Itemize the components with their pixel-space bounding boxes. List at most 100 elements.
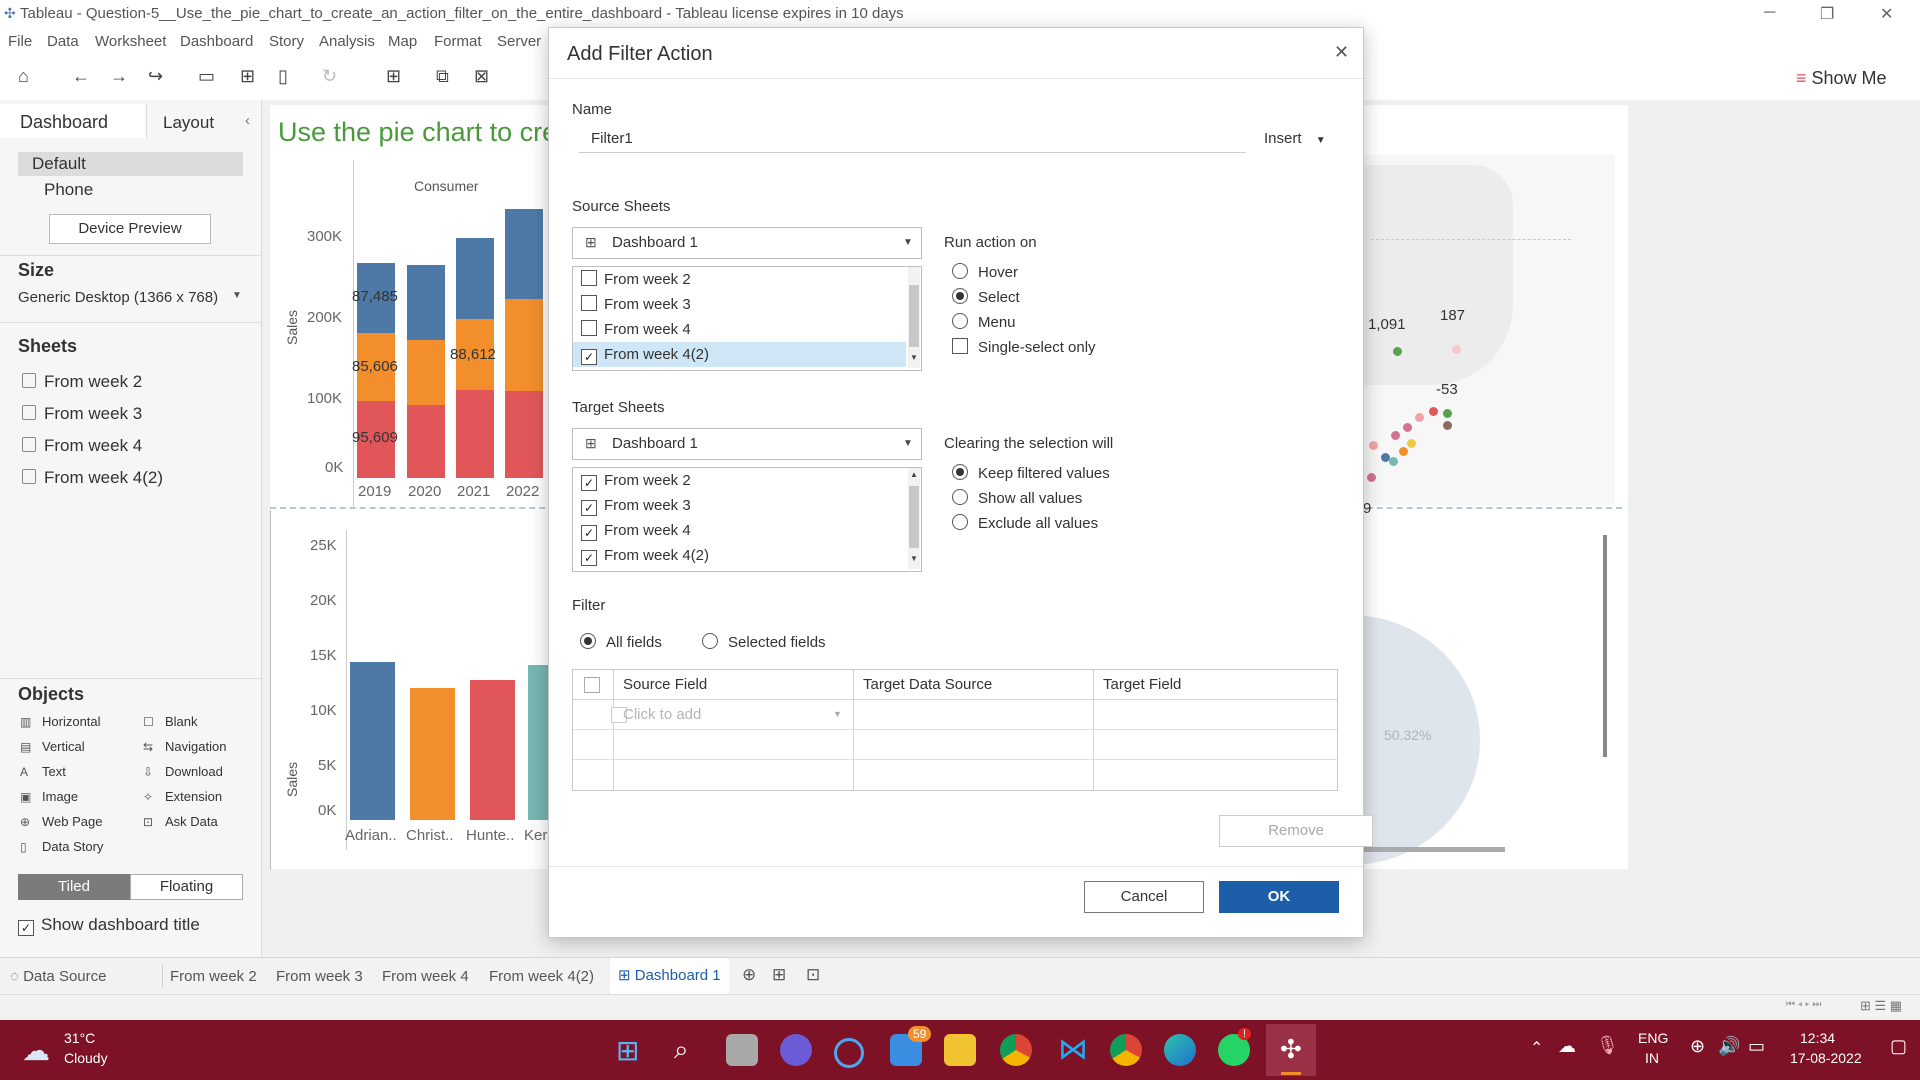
new-datasource-icon[interactable]: ⊞	[240, 66, 255, 87]
tiled-toggle[interactable]: Tiled	[18, 874, 130, 900]
floating-toggle[interactable]: Floating	[130, 874, 243, 900]
object-datastory[interactable]: ▯ Data Story	[20, 839, 103, 854]
source-sheets-select[interactable]: ⊞ Dashboard 1 ▼	[572, 227, 922, 259]
teams-icon[interactable]	[780, 1034, 812, 1066]
sheet-item[interactable]: From week 4(2)	[22, 468, 163, 488]
chevron-up-icon[interactable]: ⌃	[1530, 1038, 1543, 1058]
map-view[interactable]: 1,091 187 -53 9	[1363, 155, 1615, 517]
map-point[interactable]	[1443, 409, 1452, 418]
map-point[interactable]	[1391, 431, 1400, 440]
clear-option-keep[interactable]: Keep filtered values	[952, 464, 1110, 482]
object-text[interactable]: A Text	[20, 764, 66, 779]
search-icon[interactable]: ⌕	[670, 1034, 702, 1066]
size-select[interactable]: Generic Desktop (1366 x 768) ▼	[18, 288, 243, 310]
redo-icon[interactable]: ↪	[148, 66, 163, 87]
bar-christ[interactable]	[410, 688, 455, 820]
chrome-profile-icon[interactable]	[1110, 1034, 1142, 1066]
chrome-icon[interactable]	[1000, 1034, 1032, 1066]
tab-layout[interactable]: Layout ‹	[146, 104, 262, 138]
map-point[interactable]	[1399, 447, 1408, 456]
scroll-down-icon[interactable]: ▼	[910, 353, 918, 362]
tab-dashboard[interactable]: Dashboard	[0, 104, 145, 138]
sheet-item[interactable]: From week 2	[22, 372, 142, 392]
map-point[interactable]	[1369, 441, 1378, 450]
object-blank[interactable]: ☐ Blank	[143, 714, 198, 729]
map-point[interactable]	[1452, 345, 1461, 354]
menu-worksheet[interactable]: Worksheet	[95, 33, 166, 50]
object-horizontal[interactable]: ▥ Horizontal	[20, 714, 101, 729]
onedrive-icon[interactable]: ☁	[1558, 1036, 1576, 1057]
target-sheet-item[interactable]: ✓ From week 2	[573, 468, 921, 493]
map-point[interactable]	[1403, 423, 1412, 432]
pause-icon[interactable]: ▯	[278, 66, 288, 87]
microphone-icon[interactable]: 🎙	[1596, 1035, 1619, 1056]
single-select-checkbox[interactable]: Single-select only	[952, 338, 1096, 356]
new-story-icon[interactable]: ⊡	[806, 965, 820, 985]
duplicate-icon[interactable]: ⧉	[436, 66, 449, 87]
bar-2020-orange[interactable]	[407, 340, 445, 405]
clear-option-show-all[interactable]: Show all values	[952, 489, 1082, 507]
task-view-icon[interactable]	[726, 1034, 758, 1066]
volume-icon[interactable]: 🔊	[1718, 1036, 1740, 1057]
map-point[interactable]	[1367, 473, 1376, 482]
bar-ker[interactable]	[528, 665, 548, 820]
scroll-down-icon[interactable]: ▼	[910, 554, 918, 563]
clear-option-exclude[interactable]: Exclude all values	[952, 514, 1098, 532]
network-icon[interactable]: ⊕	[1690, 1036, 1705, 1057]
menu-story[interactable]: Story	[269, 33, 304, 50]
close-icon[interactable]: ✕	[1334, 42, 1349, 63]
menu-data[interactable]: Data	[47, 33, 79, 50]
show-title-checkbox[interactable]: ✓ Show dashboard title	[18, 915, 200, 936]
scrollbar-vertical[interactable]	[1603, 535, 1607, 757]
clock-time[interactable]: 12:34	[1800, 1030, 1835, 1046]
show-me-button[interactable]: ≡ Show Me	[1796, 68, 1887, 89]
notifications-icon[interactable]: ▢	[1890, 1036, 1907, 1057]
filter-option-selected[interactable]: Selected fields	[702, 633, 826, 651]
object-navigation[interactable]: ⇆ Navigation	[143, 739, 226, 754]
object-vertical[interactable]: ▤ Vertical	[20, 739, 85, 754]
forward-icon[interactable]: →	[110, 66, 128, 87]
vscode-icon[interactable]: ⋈	[1054, 1033, 1088, 1066]
tab-nav-icon[interactable]: ⏮ ◂ ▸ ⏭	[1786, 999, 1821, 1010]
language-eng[interactable]: ENG	[1638, 1030, 1668, 1046]
ok-button[interactable]: OK	[1219, 881, 1339, 913]
save-icon[interactable]: ▭	[198, 66, 215, 87]
new-dashboard-icon[interactable]: ⊞	[772, 965, 786, 985]
bar-2020-red[interactable]	[407, 405, 445, 478]
scroll-up-icon[interactable]: ▲	[910, 470, 918, 479]
run-option-hover[interactable]: Hover	[952, 263, 1018, 281]
start-icon[interactable]: ⊞	[614, 1034, 646, 1066]
file-explorer-icon[interactable]	[944, 1034, 976, 1066]
tab-from-week-4[interactable]: From week 4	[382, 968, 469, 985]
close-window-icon[interactable]: ✕	[1880, 4, 1893, 24]
run-option-menu[interactable]: Menu	[952, 313, 1016, 331]
map-point[interactable]	[1407, 439, 1416, 448]
tab-data-source[interactable]: ◌ Data Source	[10, 968, 106, 985]
bar-hunte[interactable]	[470, 680, 515, 820]
menu-dashboard[interactable]: Dashboard	[180, 33, 253, 50]
language-in[interactable]: IN	[1645, 1050, 1659, 1066]
cortana-icon[interactable]	[834, 1038, 864, 1068]
map-point[interactable]	[1415, 413, 1424, 422]
new-worksheet-icon[interactable]: ⊕	[742, 965, 756, 985]
scrollbar-horizontal[interactable]	[1362, 847, 1505, 852]
run-option-select[interactable]: Select	[952, 288, 1020, 306]
battery-icon[interactable]: ▭	[1748, 1036, 1765, 1057]
scrollbar[interactable]: ▼	[908, 267, 920, 368]
restore-icon[interactable]: ❐	[1820, 4, 1834, 24]
grid-view-icon[interactable]: ⊞ ☰ ▦	[1860, 998, 1902, 1014]
source-field-dropdown[interactable]: Click to add ▼	[614, 700, 853, 729]
map-point[interactable]	[1429, 407, 1438, 416]
insert-dropdown[interactable]: Insert ▼	[1264, 130, 1326, 147]
target-sheet-item[interactable]: ✓ From week 3	[573, 493, 921, 518]
select-all-checkbox[interactable]	[584, 677, 600, 693]
back-icon[interactable]: ←	[72, 66, 90, 87]
device-preview-button[interactable]: Device Preview	[49, 214, 211, 244]
target-sheet-item[interactable]: ✓ From week 4	[573, 518, 921, 543]
object-extension[interactable]: ✧ Extension	[143, 789, 222, 804]
collapse-icon[interactable]: ‹	[245, 112, 250, 129]
menu-file[interactable]: File	[8, 33, 32, 50]
map-point[interactable]	[1393, 347, 1402, 356]
minimize-icon[interactable]: ─	[1764, 4, 1775, 22]
object-image[interactable]: ▣ Image	[20, 789, 78, 804]
